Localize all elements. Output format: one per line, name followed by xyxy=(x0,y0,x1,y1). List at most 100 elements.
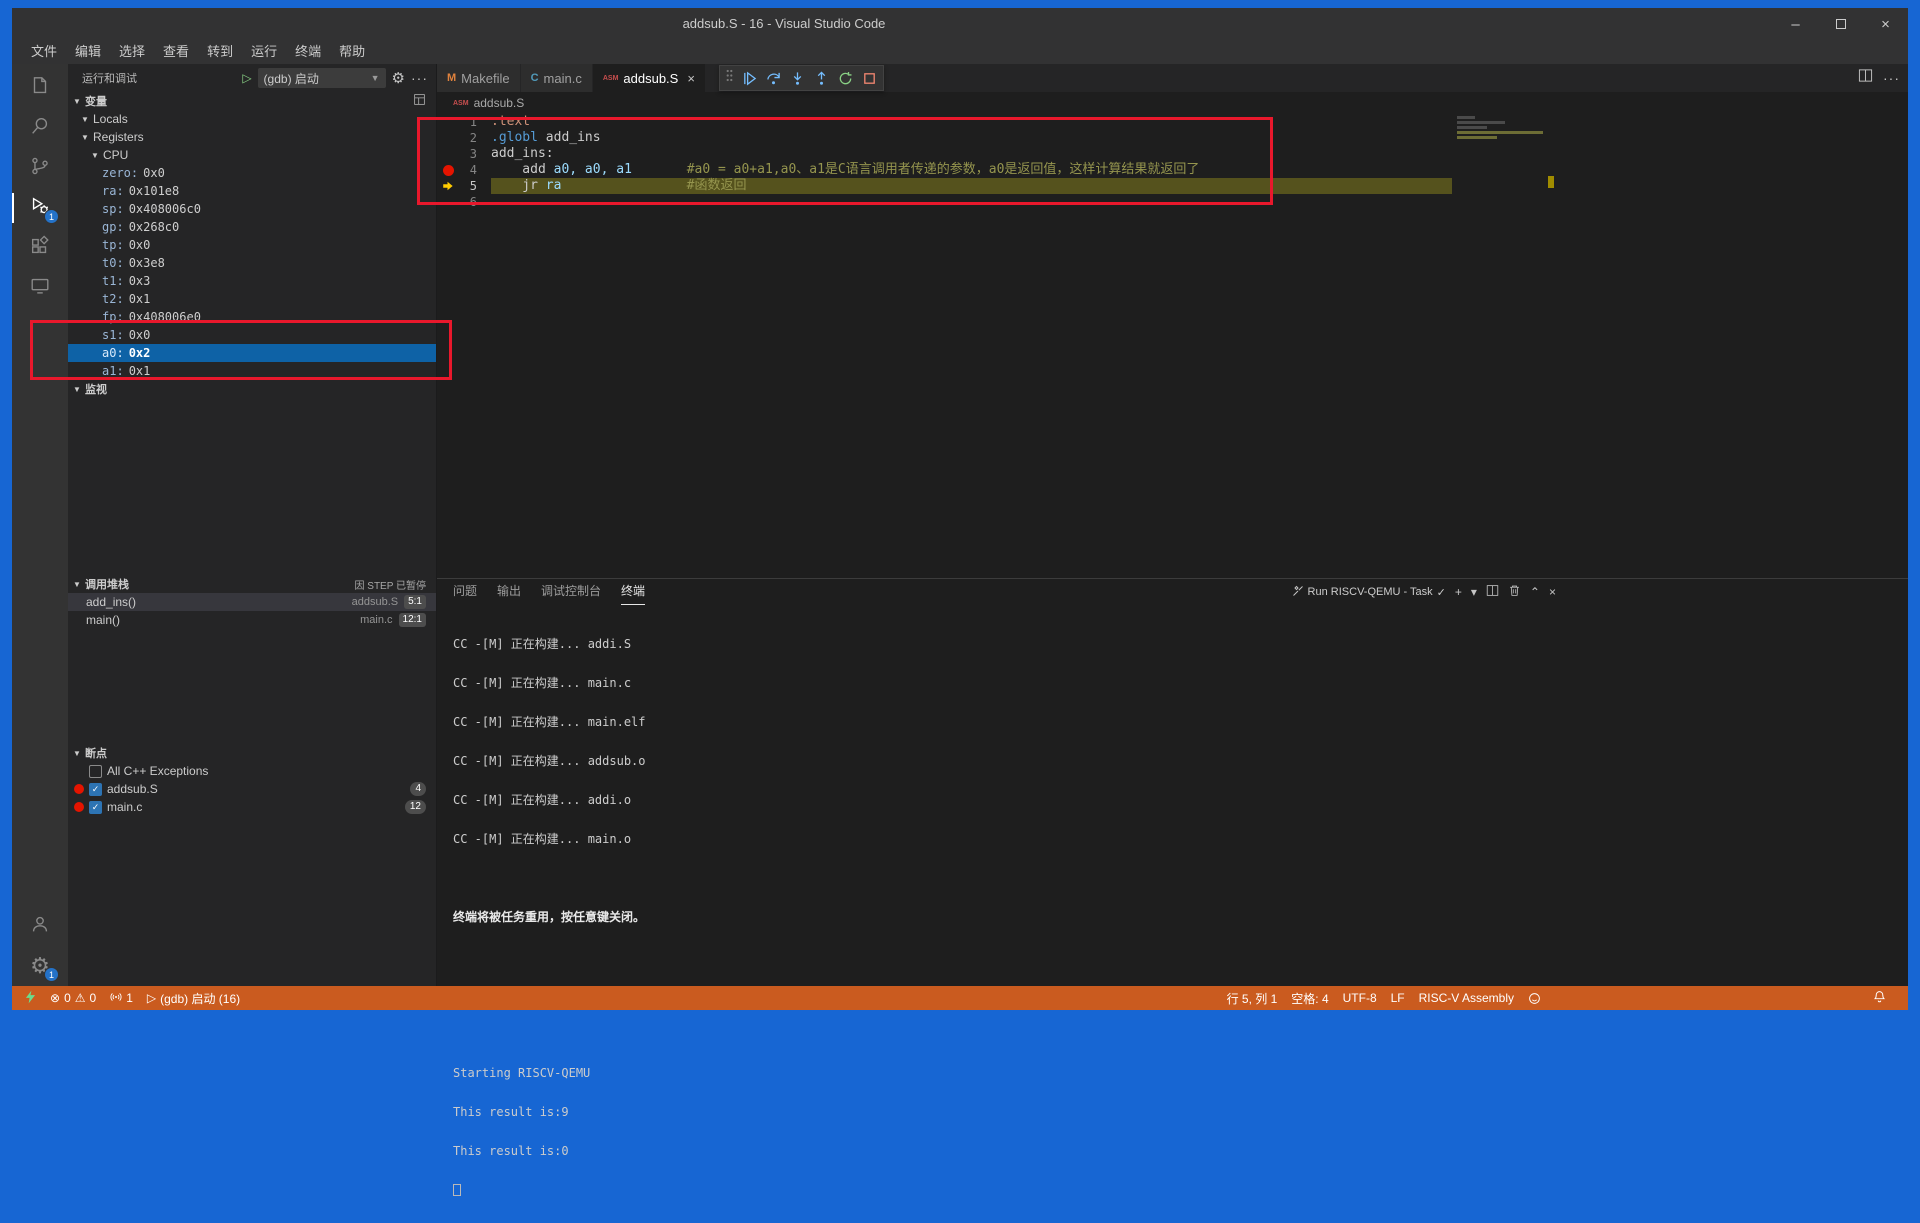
stop-icon[interactable] xyxy=(862,71,877,86)
notifications-bell-icon[interactable] xyxy=(1873,990,1886,1006)
breakpoint-checkbox[interactable]: ✓ xyxy=(89,782,102,796)
panel-tab-problems[interactable]: 问题 xyxy=(453,579,477,605)
activity-source-control[interactable] xyxy=(12,148,68,188)
stack-frame-row[interactable]: add_ins() addsub.S 5:1 xyxy=(68,593,436,611)
breakpoint-row[interactable]: All C++ Exceptions xyxy=(68,762,436,780)
tree-cpu[interactable]: ▼ CPU xyxy=(68,146,436,164)
breakpoint-checkbox[interactable] xyxy=(89,764,102,778)
tree-locals[interactable]: ▼ Locals xyxy=(68,110,436,128)
encoding-status[interactable]: UTF-8 xyxy=(1336,986,1384,1010)
menu-item-edit[interactable]: 编辑 xyxy=(66,40,110,64)
close-tab-icon[interactable]: × xyxy=(687,71,695,86)
launch-config-select[interactable]: (gdb) 启动 ▼ xyxy=(257,68,386,88)
register-row[interactable]: fp:0x408006e0 xyxy=(68,308,436,326)
cursor-position-status[interactable]: 行 5, 列 1 xyxy=(1220,986,1285,1010)
more-actions-icon[interactable]: ··· xyxy=(1883,70,1900,86)
breadcrumb[interactable]: ASM addsub.S xyxy=(437,92,1908,114)
register-row[interactable]: a1:0x1 xyxy=(68,362,436,380)
split-terminal-icon[interactable] xyxy=(1486,584,1499,600)
gutter[interactable]: 3 xyxy=(437,146,491,162)
code-editor[interactable]: 1 .text 2 .globl add_ins 3 add_ins: 4 ad… xyxy=(437,114,1908,578)
terminal-task-selector[interactable]: Run RISCV-QEMU - Task ✓ xyxy=(1292,585,1446,600)
breakpoint-dot[interactable] xyxy=(443,165,454,176)
section-callstack[interactable]: ▼ 调用堆栈 因 STEP 已暂停 xyxy=(68,575,436,593)
tab-addsub-s[interactable]: ASM addsub.S × xyxy=(592,64,706,92)
menu-item-goto[interactable]: 转到 xyxy=(198,40,242,64)
continue-icon[interactable] xyxy=(742,71,757,86)
makefile-file-icon: M xyxy=(447,72,457,84)
activity-settings[interactable]: ⚙ 1 xyxy=(12,946,68,986)
activity-explorer[interactable] xyxy=(12,68,68,108)
warning-count: 0 xyxy=(89,991,97,1005)
feedback-icon[interactable] xyxy=(1521,986,1548,1010)
activity-remote-explorer[interactable] xyxy=(12,268,68,308)
gutter[interactable]: 5 xyxy=(437,178,491,194)
tree-registers[interactable]: ▼ Registers xyxy=(68,128,436,146)
panel-tab-terminal[interactable]: 终端 xyxy=(621,579,646,605)
register-row[interactable]: zero:0x0 xyxy=(68,164,436,182)
menu-item-view[interactable]: 查看 xyxy=(154,40,198,64)
activity-extensions[interactable] xyxy=(12,228,68,268)
debug-layout-icon[interactable] xyxy=(413,93,436,109)
gutter[interactable]: 4 xyxy=(437,162,491,178)
split-editor-icon[interactable] xyxy=(1858,68,1873,88)
minimap[interactable] xyxy=(1457,116,1545,226)
tab-makefile[interactable]: M Makefile xyxy=(437,64,521,92)
gutter[interactable]: 6 xyxy=(437,194,491,210)
close-button[interactable]: × xyxy=(1863,8,1908,40)
breakpoint-checkbox[interactable]: ✓ xyxy=(89,800,102,814)
section-breakpoints[interactable]: ▼ 断点 xyxy=(68,744,436,762)
register-row[interactable]: t2:0x1 xyxy=(68,290,436,308)
gutter[interactable]: 1 xyxy=(437,114,491,130)
menu-item-run[interactable]: 运行 xyxy=(242,40,286,64)
step-into-icon[interactable] xyxy=(790,71,805,86)
breakpoint-row[interactable]: ✓ main.c 12 xyxy=(68,798,436,816)
debug-session-status[interactable]: ▷ (gdb) 启动 (16) xyxy=(140,986,247,1010)
step-over-icon[interactable] xyxy=(766,71,781,86)
register-row[interactable]: sp:0x408006c0 xyxy=(68,200,436,218)
section-watch[interactable]: ▼ 监视 xyxy=(68,380,436,398)
step-out-icon[interactable] xyxy=(814,70,829,86)
kill-terminal-icon[interactable] xyxy=(1508,584,1521,600)
section-variables[interactable]: ▼ 变量 xyxy=(68,92,436,110)
restart-icon[interactable] xyxy=(838,71,853,86)
register-row[interactable]: s1:0x0 xyxy=(68,326,436,344)
activity-account[interactable] xyxy=(12,906,68,946)
breakpoint-row[interactable]: ✓ addsub.S 4 xyxy=(68,780,436,798)
ports-indicator[interactable]: 1 xyxy=(103,986,140,1010)
panel-tab-debug-console[interactable]: 调试控制台 xyxy=(541,579,601,605)
register-row[interactable]: tp:0x0 xyxy=(68,236,436,254)
register-row-selected[interactable]: a0:0x2 xyxy=(68,344,436,362)
language-mode-status[interactable]: RISC-V Assembly xyxy=(1412,986,1521,1010)
gutter[interactable]: 2 xyxy=(437,130,491,146)
maximize-button[interactable] xyxy=(1818,8,1863,40)
indentation-status[interactable]: 空格: 4 xyxy=(1284,986,1335,1010)
stack-frame-row[interactable]: main() main.c 12:1 xyxy=(68,611,436,629)
activity-search[interactable] xyxy=(12,108,68,148)
terminal-output[interactable]: CC -[M] 正在构建... addi.S CC -[M] 正在构建... m… xyxy=(437,605,1908,1223)
menu-item-file[interactable]: 文件 xyxy=(22,40,66,64)
new-terminal-icon[interactable]: + xyxy=(1455,585,1462,599)
terminal-dropdown-icon[interactable]: ▾ xyxy=(1471,585,1477,599)
register-row[interactable]: gp:0x268c0 xyxy=(68,218,436,236)
launch-gear-icon[interactable]: ⚙ xyxy=(392,69,405,87)
register-row[interactable]: t0:0x3e8 xyxy=(68,254,436,272)
register-row[interactable]: t1:0x3 xyxy=(68,272,436,290)
eol-status[interactable]: LF xyxy=(1384,986,1412,1010)
more-actions-icon[interactable]: ··· xyxy=(411,70,428,86)
remote-indicator[interactable] xyxy=(18,986,43,1010)
minimize-button[interactable]: – xyxy=(1773,8,1818,40)
start-debug-icon[interactable]: ▷ xyxy=(242,71,251,85)
maximize-panel-icon[interactable]: ⌃ xyxy=(1530,585,1540,599)
close-panel-icon[interactable]: × xyxy=(1549,585,1556,599)
problems-status[interactable]: ⊗ 0 ⚠ 0 xyxy=(43,986,103,1010)
menu-item-terminal[interactable]: 终端 xyxy=(286,40,330,64)
activity-run-debug[interactable]: 1 xyxy=(12,188,68,228)
menu-item-help[interactable]: 帮助 xyxy=(330,40,374,64)
drag-handle-icon[interactable] xyxy=(726,68,733,88)
menu-item-selection[interactable]: 选择 xyxy=(110,40,154,64)
panel-tab-output[interactable]: 输出 xyxy=(497,579,521,605)
tab-main-c[interactable]: C main.c xyxy=(520,64,593,92)
register-row[interactable]: ra:0x101e8 xyxy=(68,182,436,200)
